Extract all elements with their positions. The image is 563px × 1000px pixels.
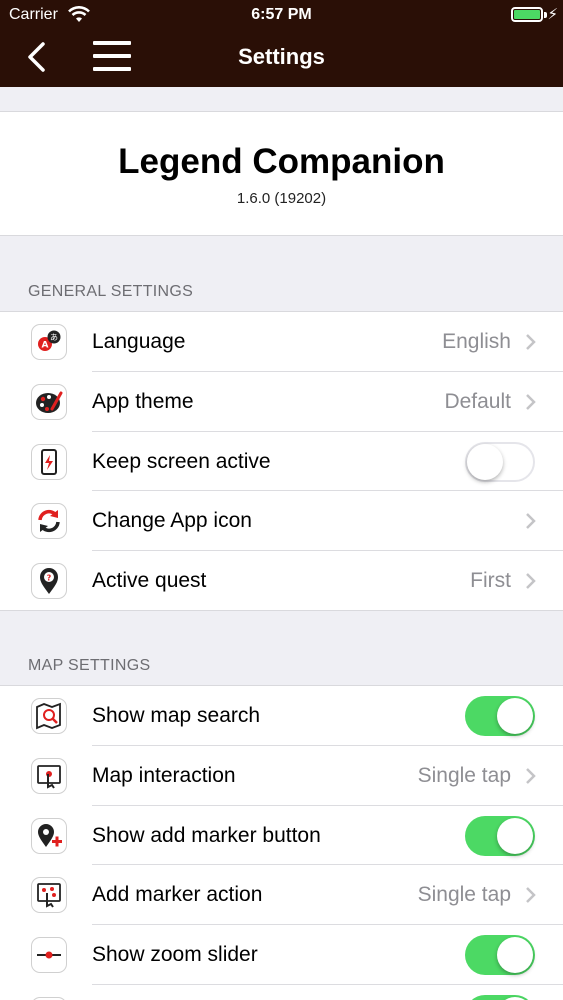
zoom-slider-icon <box>31 937 67 974</box>
charging-bolt-icon: ⚡ <box>547 6 558 23</box>
language-row[interactable]: Aあ Language English <box>0 312 563 372</box>
show-add-marker-button-label: Show add marker button <box>92 823 321 847</box>
chevron-right-icon <box>526 887 536 904</box>
keep-screen-active-toggle[interactable] <box>465 441 535 482</box>
chevron-right-icon <box>526 334 536 350</box>
add-marker-icon <box>31 817 67 854</box>
tap-icon <box>31 757 67 794</box>
show-map-search-toggle[interactable] <box>465 696 535 736</box>
app-theme-row[interactable]: App theme Default <box>0 372 563 432</box>
app-theme-value: Default <box>444 389 511 413</box>
change-app-icon-label: Change App icon <box>92 509 252 533</box>
active-quest-value: First <box>470 569 511 593</box>
map-settings-title: MAP SETTINGS <box>28 657 151 674</box>
chevron-right-icon <box>526 513 536 530</box>
show-zoom-slider-toggle[interactable] <box>465 935 535 976</box>
language-value: English <box>442 330 511 353</box>
active-quest-label: Active quest <box>92 569 207 593</box>
refresh-icon <box>31 503 67 540</box>
battery-icon <box>511 7 543 22</box>
palette-icon <box>31 383 67 420</box>
map-search-icon <box>31 698 67 734</box>
app-name: Legend Companion <box>118 142 445 181</box>
svg-text:あ: あ <box>50 333 58 342</box>
language-label: Language <box>92 330 186 353</box>
phone-bolt-icon <box>31 443 67 480</box>
chevron-right-icon <box>526 573 536 590</box>
app-header-card: Legend Companion 1.6.0 (19202) <box>0 111 563 236</box>
map-interaction-row[interactable]: Map interaction Single tap <box>0 746 563 806</box>
page-title: Settings <box>238 44 325 69</box>
partial-toggle[interactable] <box>465 994 535 1000</box>
svg-text:A: A <box>42 341 49 351</box>
chevron-right-icon <box>526 393 536 410</box>
show-zoom-slider-row: Show zoom slider <box>0 925 563 985</box>
svg-text:?: ? <box>47 574 52 583</box>
marker-tap-icon <box>31 877 67 914</box>
status-time: 6:57 PM <box>251 6 312 23</box>
add-marker-action-label: Add marker action <box>92 883 263 907</box>
language-icon: Aあ <box>31 324 67 360</box>
keep-screen-active-row: Keep screen active <box>0 432 563 492</box>
map-settings-group: Show map search Map interaction Single t… <box>0 685 563 1000</box>
app-theme-label: App theme <box>92 389 194 413</box>
add-marker-action-row[interactable]: Add marker action Single tap <box>0 865 563 926</box>
map-interaction-label: Map interaction <box>92 763 236 787</box>
keep-screen-active-label: Keep screen active <box>92 449 271 473</box>
general-settings-group: Aあ Language English App theme Default Ke… <box>0 311 563 611</box>
app-version: 1.6.0 (19202) <box>236 190 327 207</box>
navigation-bar: Settings <box>0 30 563 87</box>
map-interaction-value: Single tap <box>417 763 511 787</box>
add-marker-action-value: Single tap <box>417 883 511 907</box>
chevron-right-icon <box>526 767 536 784</box>
show-add-marker-button-row: Show add marker button <box>0 806 563 866</box>
show-add-marker-button-toggle[interactable] <box>465 815 535 856</box>
show-map-search-row: Show map search <box>0 686 563 746</box>
general-settings-title: GENERAL SETTINGS <box>28 283 194 300</box>
partial-settings-row <box>0 985 563 1000</box>
active-quest-row[interactable]: ? Active quest First <box>0 551 563 611</box>
change-app-icon-row[interactable]: Change App icon <box>0 491 563 552</box>
status-bar: Carrier 6:57 PM ⚡ <box>0 0 563 30</box>
quest-pin-icon: ? <box>31 563 67 600</box>
show-zoom-slider-label: Show zoom slider <box>92 943 258 967</box>
show-map-search-label: Show map search <box>92 704 261 727</box>
